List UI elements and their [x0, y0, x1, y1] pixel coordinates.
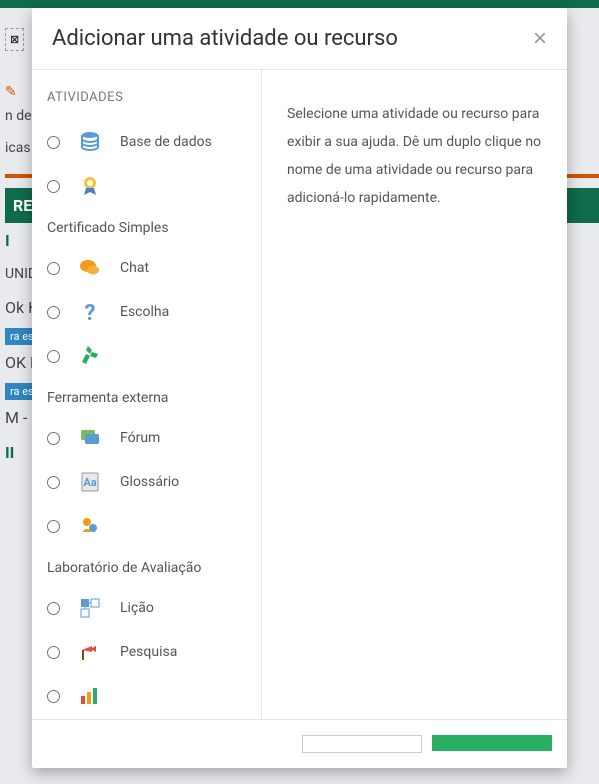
activity-radio[interactable]: [47, 476, 60, 489]
cancel-button[interactable]: [302, 735, 422, 753]
activity-radio[interactable]: [47, 520, 60, 533]
activity-radio[interactable]: [47, 690, 60, 703]
activity-label: Base de dados: [120, 134, 212, 150]
activities-list[interactable]: ATIVIDADES Base de dados Certificado Simp…: [32, 70, 262, 719]
help-text: Selecione uma atividade ou recurso para …: [287, 100, 542, 212]
lesson-icon: [78, 596, 102, 620]
svg-text:?: ?: [85, 301, 96, 324]
activity-radio[interactable]: [47, 262, 60, 275]
activity-radio[interactable]: [47, 646, 60, 659]
activity-item-choice[interactable]: ? Escolha: [47, 290, 261, 334]
activity-item-lesson[interactable]: Lição: [47, 586, 261, 630]
lab-icon: [78, 514, 102, 538]
activity-label: Pesquisa: [120, 644, 177, 660]
activity-item-database[interactable]: Base de dados: [47, 120, 261, 164]
activity-item-lab[interactable]: Laboratório de Avaliação: [47, 504, 261, 586]
forum-icon: [78, 426, 102, 450]
database-icon: [78, 130, 102, 154]
activity-item-forum[interactable]: Fórum: [47, 416, 261, 460]
feedback-icon: [78, 684, 102, 708]
activity-item-certificate[interactable]: Certificado Simples: [47, 164, 261, 246]
svg-text:Aa: Aa: [83, 476, 96, 489]
activity-label: Glossário: [120, 474, 179, 490]
activity-radio[interactable]: [47, 136, 60, 149]
activity-item-tool[interactable]: Ferramenta externa: [47, 334, 261, 416]
activity-label: Certificado Simples: [47, 220, 261, 236]
activity-label: Fórum: [120, 430, 160, 446]
activity-radio[interactable]: [47, 306, 60, 319]
activity-radio[interactable]: [47, 602, 60, 615]
activity-item-chat[interactable]: Chat: [47, 246, 261, 290]
chat-icon: [78, 256, 102, 280]
choice-icon: ?: [78, 300, 102, 324]
activity-radio[interactable]: [47, 432, 60, 445]
activity-label: Lição: [120, 600, 154, 616]
activity-label: Laboratório de Avaliação: [47, 560, 261, 576]
activity-chooser-modal: Adicionar uma atividade ou recurso × ATI…: [32, 8, 567, 768]
glossary-icon: Aa: [78, 470, 102, 494]
activity-radio[interactable]: [47, 350, 60, 363]
survey-icon: [78, 640, 102, 664]
section-header: ATIVIDADES: [47, 80, 261, 120]
activity-item-survey[interactable]: Pesquisa: [47, 630, 261, 674]
activity-label: Chat: [120, 260, 149, 276]
add-button[interactable]: [432, 735, 552, 751]
activity-label: Escolha: [120, 304, 169, 320]
close-button[interactable]: ×: [533, 27, 547, 51]
tool-icon: [78, 344, 102, 368]
modal-title: Adicionar uma atividade ou recurso: [52, 26, 398, 51]
activity-label: Ferramenta externa: [47, 390, 261, 406]
activity-item-glossary[interactable]: Aa Glossário: [47, 460, 261, 504]
activity-radio[interactable]: [47, 180, 60, 193]
activity-item-feedback[interactable]: Pesquisa de avaliação: [47, 674, 261, 719]
certificate-icon: [78, 174, 102, 198]
